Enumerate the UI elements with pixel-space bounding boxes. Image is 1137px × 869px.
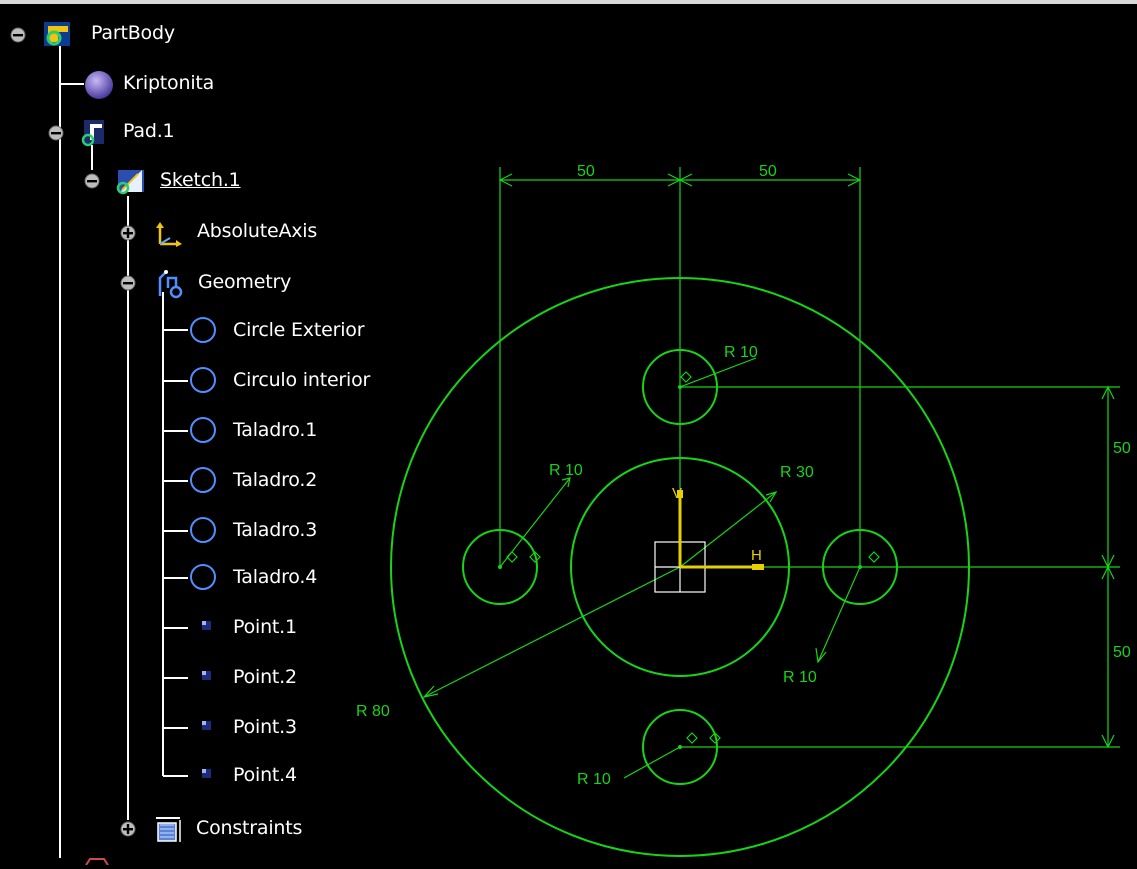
- tree-item-label: PartBody: [91, 22, 175, 44]
- radius-hole-bottom-label[interactable]: R 10: [577, 771, 611, 788]
- partbody-icon: [44, 22, 70, 46]
- tree-item-label: Kriptonita: [123, 72, 215, 94]
- collapse-icon[interactable]: [10, 27, 26, 43]
- tree-item-label: Point.2: [233, 666, 297, 688]
- axis-icon: [156, 222, 182, 247]
- tree-item-label: Pad.1: [123, 120, 175, 142]
- point-icon: [202, 769, 211, 778]
- tree-item-label: Constraints: [196, 817, 303, 839]
- expand-icon[interactable]: [120, 225, 136, 241]
- hole-top[interactable]: [642, 349, 718, 425]
- collapse-icon[interactable]: [120, 275, 136, 291]
- sketcher-viewport[interactable]: PartBody Kriptonita Pad.1 Sketch.1 Absol…: [0, 0, 1137, 866]
- partial-node-icon: [85, 858, 109, 866]
- circle-icon: [190, 564, 216, 590]
- point-icon: [202, 721, 211, 730]
- constraints-icon: [156, 817, 181, 842]
- origin-marker: [654, 490, 764, 593]
- point-icon: [202, 671, 211, 680]
- tree-item-label: AbsoluteAxis: [197, 220, 318, 242]
- inner-circle[interactable]: [570, 457, 790, 677]
- dimension-right-lower[interactable]: 50: [1113, 644, 1131, 661]
- circle-icon: [190, 367, 216, 393]
- circle-icon: [190, 467, 216, 493]
- radius-inner-label[interactable]: R 30: [780, 464, 814, 481]
- circle-icon: [190, 417, 216, 443]
- tree-item-label: Taladro.4: [233, 566, 318, 588]
- axis-v-label: V: [672, 485, 682, 502]
- dimension-top-right[interactable]: 50: [759, 163, 777, 180]
- tree-item-label: Taladro.3: [233, 519, 318, 541]
- radius-hole-right-label[interactable]: R 10: [783, 669, 817, 686]
- tree-item-label: Sketch.1: [160, 169, 241, 191]
- tree-item-label: Taladro.2: [233, 469, 318, 491]
- dimension-right-upper[interactable]: 50: [1113, 440, 1131, 457]
- tree-item-label: Circulo interior: [233, 369, 371, 391]
- axis-h-label: H: [751, 547, 762, 564]
- point-icon: [202, 621, 211, 630]
- material-sphere-icon: [85, 71, 113, 99]
- geometry-icon: [158, 270, 183, 299]
- tree-item-partial: [82, 850, 112, 866]
- tree-item-label: Taladro.1: [233, 419, 318, 441]
- circle-icon: [190, 517, 216, 543]
- tree-item-label: Geometry: [198, 271, 292, 293]
- dimension-top-left[interactable]: 50: [577, 163, 595, 180]
- hole-bottom[interactable]: [642, 709, 718, 785]
- sketch-icon: [116, 170, 144, 195]
- outer-circle[interactable]: [390, 277, 970, 857]
- tree-item-label: Point.3: [233, 716, 297, 738]
- collapse-icon[interactable]: [48, 125, 64, 141]
- tree-item-label: Point.4: [233, 764, 297, 786]
- hole-left[interactable]: [462, 529, 538, 605]
- radius-hole-top-label[interactable]: R 10: [724, 344, 758, 361]
- collapse-icon[interactable]: [84, 173, 100, 189]
- circle-icon: [190, 317, 216, 343]
- expand-icon[interactable]: [120, 821, 136, 837]
- tree-item-label: Point.1: [233, 616, 297, 638]
- hole-right[interactable]: [822, 529, 898, 605]
- pad-icon: [81, 120, 104, 147]
- tree-item-label: Circle Exterior: [233, 319, 365, 341]
- radius-hole-left-label[interactable]: R 10: [549, 462, 583, 479]
